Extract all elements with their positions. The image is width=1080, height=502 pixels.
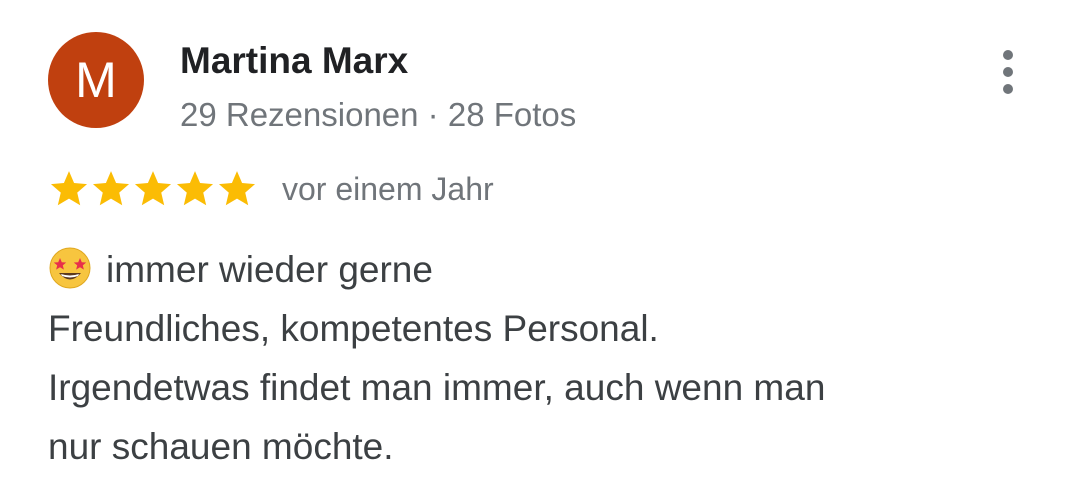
more-vert-icon-dot xyxy=(1003,84,1013,94)
review-line-1-text: immer wieder gerne xyxy=(106,249,433,290)
review-card: M Martina Marx 29 Rezensionen · 28 Fotos… xyxy=(0,0,1080,502)
star-icon xyxy=(92,171,130,206)
avatar-initial: M xyxy=(75,52,117,108)
review-text: immer wieder gerne Freundliches, kompete… xyxy=(48,240,1048,476)
more-options-button[interactable] xyxy=(986,42,1030,102)
star-rating xyxy=(48,168,258,210)
author-meta[interactable]: 29 Rezensionen · 28 Fotos xyxy=(180,96,576,134)
more-vert-icon-dot xyxy=(1003,67,1013,77)
review-line-4: nur schauen möchte. xyxy=(48,426,394,467)
rating-row: vor einem Jahr xyxy=(48,166,494,212)
avatar[interactable]: M xyxy=(48,32,144,128)
review-line-2: Freundliches, kompetentes Personal. xyxy=(48,308,659,349)
review-line-3: Irgendetwas findet man immer, auch wenn … xyxy=(48,367,826,408)
review-line-1: immer wieder gerne xyxy=(48,240,1048,299)
star-icon xyxy=(134,171,172,206)
star-icon xyxy=(218,171,256,206)
star-icon xyxy=(176,171,214,206)
star-icon xyxy=(50,171,88,206)
star-struck-emoji-icon xyxy=(49,247,91,289)
more-vert-icon-dot xyxy=(1003,50,1013,60)
author-name[interactable]: Martina Marx xyxy=(180,40,408,82)
review-date: vor einem Jahr xyxy=(282,170,494,207)
